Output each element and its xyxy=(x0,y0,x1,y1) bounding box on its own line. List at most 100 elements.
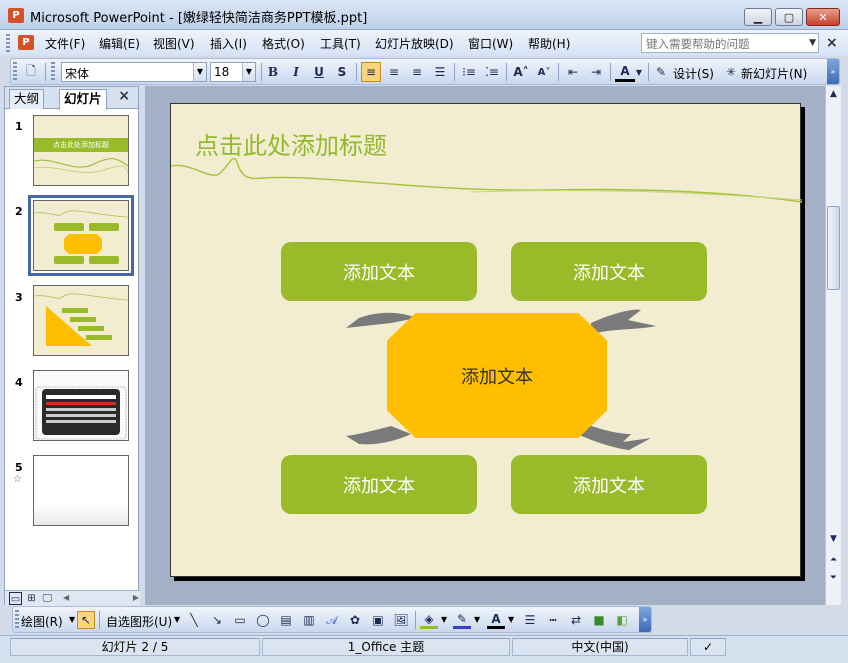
chevron-down-icon[interactable]: ▼ xyxy=(809,38,816,48)
toolbar-options-icon[interactable]: » xyxy=(827,59,839,84)
toolbar-grip[interactable] xyxy=(13,62,17,80)
menu-format[interactable]: 格式(O) xyxy=(262,35,305,52)
panel-hscrollbar[interactable]: ◀ ▶ xyxy=(63,593,141,605)
chevron-down-icon[interactable]: ▼ xyxy=(69,615,75,624)
draw-menu-button[interactable]: 绘图(R) xyxy=(21,613,63,630)
shadow-button[interactable]: S xyxy=(332,62,352,82)
design-button[interactable]: 设计(S) xyxy=(673,65,714,82)
scroll-up-icon[interactable]: ▲ xyxy=(826,86,841,102)
font-color-icon[interactable]: A xyxy=(487,611,505,629)
menu-file[interactable]: 文件(F) xyxy=(45,35,85,52)
menu-slideshow[interactable]: 幻灯片放映(D) xyxy=(375,35,454,52)
select-pointer-icon[interactable]: ↖ xyxy=(77,611,95,629)
menu-window[interactable]: 窗口(W) xyxy=(468,35,513,52)
line-style-icon[interactable]: ☰ xyxy=(521,611,539,629)
chevron-down-icon[interactable]: ▼ xyxy=(508,615,514,624)
menu-insert[interactable]: 插入(I) xyxy=(210,35,247,52)
previous-slide-icon[interactable]: ⏶ xyxy=(826,552,841,568)
bold-button[interactable]: B xyxy=(263,62,283,82)
slide-thumbnail-1[interactable]: 点击此处添加标题 xyxy=(33,115,129,186)
picture-icon[interactable]: 🖼 xyxy=(392,611,410,629)
rectangle-tool-icon[interactable]: ▭ xyxy=(231,611,249,629)
tab-outline[interactable]: 大纲 xyxy=(9,89,45,109)
new-slide-button[interactable]: 新幻灯片(N) xyxy=(741,65,807,82)
slide-title[interactable]: 点击此处添加标题 xyxy=(195,126,387,161)
text-box-tool-icon[interactable]: ▤ xyxy=(277,611,295,629)
new-slide-icon[interactable]: ✳ xyxy=(721,62,741,82)
menu-view[interactable]: 视图(V) xyxy=(153,35,195,52)
design-icon[interactable]: ✎ xyxy=(651,62,671,82)
scroll-thumb[interactable] xyxy=(827,206,840,290)
arrow-tool-icon[interactable]: ↘ xyxy=(208,611,226,629)
toolbar-grip[interactable] xyxy=(6,34,10,52)
tab-slides[interactable]: 幻灯片 xyxy=(59,89,107,110)
text-box-bottom-left[interactable]: 添加文本 xyxy=(281,455,477,514)
3d-style-icon[interactable]: ◧ xyxy=(613,611,631,629)
justify-icon[interactable]: ☰ xyxy=(430,62,450,82)
chevron-down-icon[interactable]: ▼ xyxy=(474,615,480,624)
close-panel-icon[interactable]: × xyxy=(118,88,130,104)
menu-edit[interactable]: 编辑(E) xyxy=(99,35,140,52)
next-slide-icon[interactable]: ⏷ xyxy=(826,570,841,586)
toolbar-options-icon[interactable]: » xyxy=(639,607,651,632)
increase-indent-icon[interactable]: ⇥ xyxy=(586,62,606,82)
text-box-bottom-right[interactable]: 添加文本 xyxy=(511,455,707,514)
line-tool-icon[interactable]: ╲ xyxy=(185,611,203,629)
font-name-select[interactable]: 宋体 ▼ xyxy=(61,62,207,82)
chevron-down-icon[interactable]: ▼ xyxy=(634,62,644,82)
slide-canvas[interactable]: 点击此处添加标题 添加文本 添加文本 添加文本 添加文本 添加文本 xyxy=(170,103,802,577)
fill-color-icon[interactable]: ◈ xyxy=(420,611,438,629)
decrease-font-icon[interactable]: A˅ xyxy=(534,62,554,82)
chevron-down-icon[interactable]: ▼ xyxy=(193,63,206,81)
align-right-icon[interactable]: ≡ xyxy=(407,62,427,82)
chevron-down-icon[interactable]: ▼ xyxy=(174,615,180,624)
new-document-icon[interactable]: 🗋 xyxy=(21,62,41,82)
chevron-down-icon[interactable]: ▼ xyxy=(441,615,447,624)
arrow-style-icon[interactable]: ⇄ xyxy=(567,611,585,629)
line-color-icon[interactable]: ✎ xyxy=(453,611,471,629)
toolbar-grip[interactable] xyxy=(51,62,55,80)
scroll-down-icon[interactable]: ▼ xyxy=(826,531,841,547)
align-center-icon[interactable]: ≡ xyxy=(384,62,404,82)
spelling-check-icon[interactable]: ✓ xyxy=(690,638,726,656)
increase-font-icon[interactable]: A˄ xyxy=(511,62,531,82)
close-window-button[interactable]: ✕ xyxy=(806,8,840,26)
font-size-select[interactable]: 18 ▼ xyxy=(210,62,256,82)
font-color-icon[interactable]: A xyxy=(615,62,635,82)
slideshow-view-icon[interactable]: 🖵 xyxy=(41,592,54,605)
autoshapes-button[interactable]: 自选图形(U) xyxy=(106,613,172,630)
slide-thumbnail-2[interactable] xyxy=(28,195,134,276)
slide-sorter-icon[interactable]: ⊞ xyxy=(25,592,38,605)
vertical-text-box-icon[interactable]: ▥ xyxy=(300,611,318,629)
menu-help[interactable]: 帮助(H) xyxy=(528,35,570,52)
normal-view-icon[interactable]: ▭ xyxy=(9,592,22,605)
center-octagon[interactable]: 添加文本 xyxy=(387,313,607,438)
menu-tools[interactable]: 工具(T) xyxy=(320,35,361,52)
align-left-icon[interactable]: ≡ xyxy=(361,62,381,82)
maximize-button[interactable]: ▢ xyxy=(775,8,803,26)
slide-thumbnail-5[interactable] xyxy=(33,455,129,526)
dash-style-icon[interactable]: ┅ xyxy=(544,611,562,629)
bullet-list-icon[interactable]: ⁚≡ xyxy=(482,62,502,82)
powerpoint-icon[interactable]: P xyxy=(8,8,24,23)
text-box-top-right[interactable]: 添加文本 xyxy=(511,242,707,301)
numbered-list-icon[interactable]: ⁝≡ xyxy=(459,62,479,82)
diagram-icon[interactable]: ✿ xyxy=(346,611,364,629)
vertical-scrollbar[interactable]: ▲ ▼ ⏶ ⏷ xyxy=(825,86,841,605)
clipart-icon[interactable]: ▣ xyxy=(369,611,387,629)
italic-button[interactable]: I xyxy=(286,62,306,82)
minimize-button[interactable]: ▁ xyxy=(744,8,772,26)
help-search-input[interactable]: 键入需要帮助的问题 ▼ xyxy=(641,33,819,53)
wordart-icon[interactable]: 𝒜 xyxy=(323,611,341,629)
text-box-top-left[interactable]: 添加文本 xyxy=(281,242,477,301)
shadow-style-icon[interactable]: ■ xyxy=(590,611,608,629)
slide-thumbnail-4[interactable] xyxy=(33,370,129,441)
slide-thumbnail-3[interactable] xyxy=(33,285,129,356)
underline-button[interactable]: U xyxy=(309,62,329,82)
decrease-indent-icon[interactable]: ⇤ xyxy=(563,62,583,82)
chevron-down-icon[interactable]: ▼ xyxy=(242,63,255,81)
oval-tool-icon[interactable]: ◯ xyxy=(254,611,272,629)
document-icon[interactable]: P xyxy=(18,35,34,50)
toolbar-grip[interactable] xyxy=(15,610,19,628)
close-document-icon[interactable]: × xyxy=(826,35,838,51)
